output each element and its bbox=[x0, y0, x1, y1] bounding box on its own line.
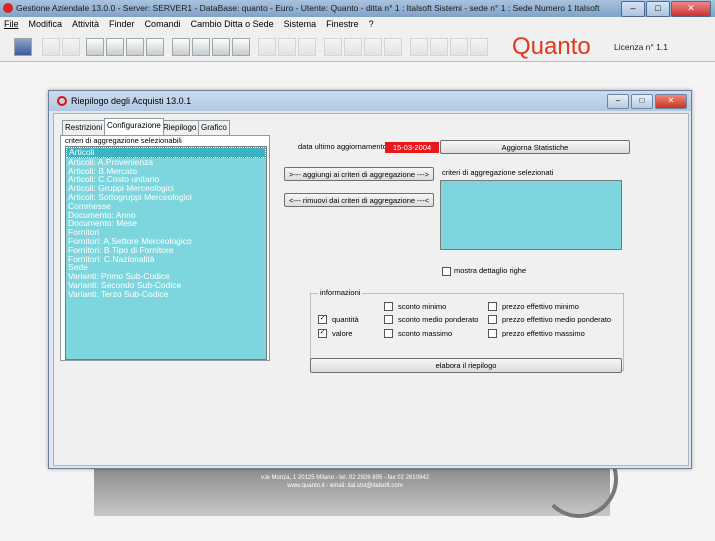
menu-bar: File Modifica Attività Finder Comandi Ca… bbox=[0, 17, 715, 31]
sconto-minimo-checkbox[interactable] bbox=[384, 302, 393, 311]
close-button[interactable]: ✕ bbox=[671, 1, 711, 17]
add-criteria-button[interactable]: >--- aggiungi ai criteri di aggregazione… bbox=[284, 167, 434, 181]
background-footer: v.le Monza, 1 20125 Milano - tel. 02 282… bbox=[200, 474, 490, 490]
last-update-date: 15-03-2004 bbox=[385, 142, 439, 153]
prezzo-minimo-checkbox[interactable] bbox=[488, 302, 497, 311]
new-icon[interactable] bbox=[42, 38, 60, 56]
toolbar-icon-6[interactable] bbox=[364, 38, 382, 56]
dialog-title: Riepilogo degli Acquisti 13.0.1 bbox=[71, 96, 192, 106]
criteria-panel: criteri di aggregazione selezionabili Ar… bbox=[60, 135, 270, 361]
detail-rows-label: mostra dettaglio righe bbox=[454, 266, 527, 275]
paste-icon[interactable] bbox=[232, 38, 250, 56]
detail-rows-checkbox[interactable] bbox=[442, 267, 451, 276]
riepilogo-window: Riepilogo degli Acquisti 13.0.1 – □ ✕ Re… bbox=[48, 90, 692, 469]
toolbar-icon-8[interactable] bbox=[410, 38, 428, 56]
quantita-checkbox[interactable]: ✓ bbox=[318, 315, 327, 324]
calculator-icon[interactable] bbox=[14, 38, 32, 56]
undo-icon[interactable] bbox=[172, 38, 190, 56]
cut-icon[interactable] bbox=[192, 38, 210, 56]
menu-cambio-ditta[interactable]: Cambio Ditta o Sede bbox=[191, 17, 274, 31]
sconto-medio-label: sconto medio ponderato bbox=[398, 315, 479, 324]
dialog-window-controls: – □ ✕ bbox=[607, 94, 687, 109]
update-statistics-button[interactable]: Aggiorna Statistiche bbox=[440, 140, 630, 154]
open-icon[interactable] bbox=[62, 38, 80, 56]
prezzo-medio-checkbox[interactable] bbox=[488, 315, 497, 324]
dialog-maximize-button[interactable]: □ bbox=[631, 94, 653, 109]
window-controls: – □ ✕ bbox=[621, 1, 711, 17]
sconto-massimo-label: sconto massimo bbox=[398, 329, 453, 338]
app-title-bar: Gestione Aziendale 13.0.0 - Server: SERV… bbox=[0, 0, 715, 17]
printer-setup-icon[interactable] bbox=[126, 38, 144, 56]
available-criteria-list[interactable]: Articoli Articoli: A.Provenienza Articol… bbox=[65, 146, 267, 360]
toolbar-icon-10[interactable] bbox=[450, 38, 468, 56]
list-item[interactable]: Fornitori: C.Nazionalità bbox=[66, 254, 266, 264]
toolbar-icon-7[interactable] bbox=[384, 38, 402, 56]
prezzo-massimo-checkbox[interactable] bbox=[488, 329, 497, 338]
menu-attivita[interactable]: Attività bbox=[72, 17, 99, 31]
selected-criteria-label: criteri di aggregazione selezionati bbox=[442, 168, 554, 177]
menu-finestre[interactable]: Finestre bbox=[326, 17, 359, 31]
sconto-medio-checkbox[interactable] bbox=[384, 315, 393, 324]
toolbar-icon-3[interactable] bbox=[298, 38, 316, 56]
save-icon[interactable] bbox=[146, 38, 164, 56]
toolbar-icon-5[interactable] bbox=[344, 38, 362, 56]
available-criteria-label: criteri di aggregazione selezionabili bbox=[65, 136, 182, 145]
toolbar-icon-4[interactable] bbox=[324, 38, 342, 56]
preview-icon[interactable] bbox=[86, 38, 104, 56]
quantita-label: quantità bbox=[332, 315, 359, 324]
footer-address: v.le Monza, 1 20125 Milano - tel. 02 282… bbox=[260, 475, 429, 481]
app-title: Gestione Aziendale 13.0.0 - Server: SERV… bbox=[16, 3, 600, 13]
maximize-button[interactable]: □ bbox=[646, 1, 670, 17]
toolbar bbox=[0, 31, 715, 62]
brand-logo: Quanto bbox=[512, 33, 591, 60]
license-label: Licenza n° 1.1 bbox=[614, 42, 668, 52]
menu-help[interactable]: ? bbox=[369, 17, 374, 31]
list-item[interactable]: Varianti: Terzo Sub-Codice bbox=[66, 289, 266, 299]
tab-grafico[interactable]: Grafico bbox=[198, 120, 230, 135]
print-icon[interactable] bbox=[106, 38, 124, 56]
dialog-minimize-button[interactable]: – bbox=[607, 94, 629, 109]
selected-criteria-list[interactable] bbox=[440, 180, 622, 250]
app-icon bbox=[3, 3, 13, 13]
menu-comandi[interactable]: Comandi bbox=[145, 17, 181, 31]
valore-checkbox[interactable]: ✓ bbox=[318, 329, 327, 338]
menu-finder[interactable]: Finder bbox=[109, 17, 135, 31]
dialog-body: Restrizioni Configurazione Riepilogo Gra… bbox=[53, 113, 689, 466]
toolbar-icon-11[interactable] bbox=[470, 38, 488, 56]
prezzo-medio-label: prezzo effettivo medio ponderato bbox=[502, 315, 612, 324]
quanto-icon bbox=[57, 96, 67, 106]
tab-configurazione[interactable]: Configurazione bbox=[104, 118, 164, 135]
tab-riepilogo[interactable]: Riepilogo bbox=[160, 120, 200, 135]
elabora-riepilogo-button[interactable]: elabora il riepilogo bbox=[310, 358, 622, 373]
prezzo-massimo-label: prezzo effettivo massimo bbox=[502, 329, 585, 338]
last-update-label: data ultimo aggiornamento: bbox=[298, 142, 389, 151]
copy-icon[interactable] bbox=[212, 38, 230, 56]
menu-sistema[interactable]: Sistema bbox=[284, 17, 317, 31]
prezzo-minimo-label: prezzo effettivo minimo bbox=[502, 302, 579, 311]
sconto-massimo-checkbox[interactable] bbox=[384, 329, 393, 338]
remove-criteria-button[interactable]: <--- rimuovi dai criteri di aggregazione… bbox=[284, 193, 434, 207]
menu-modifica[interactable]: Modifica bbox=[29, 17, 63, 31]
toolbar-icon-1[interactable] bbox=[258, 38, 276, 56]
info-group-title: informazioni bbox=[318, 288, 363, 297]
menu-file[interactable]: File bbox=[4, 17, 19, 31]
tab-restrizioni[interactable]: Restrizioni bbox=[62, 120, 106, 135]
toolbar-icon-2[interactable] bbox=[278, 38, 296, 56]
footer-web: www.quanto.it - email: ital.stst@italsof… bbox=[287, 483, 403, 489]
valore-label: valore bbox=[332, 329, 353, 338]
dialog-title-bar: Riepilogo degli Acquisti 13.0.1 – □ ✕ bbox=[49, 91, 691, 111]
dialog-close-button[interactable]: ✕ bbox=[655, 94, 687, 109]
minimize-button[interactable]: – bbox=[621, 1, 645, 17]
sconto-minimo-label: sconto minimo bbox=[398, 302, 447, 311]
toolbar-icon-9[interactable] bbox=[430, 38, 448, 56]
